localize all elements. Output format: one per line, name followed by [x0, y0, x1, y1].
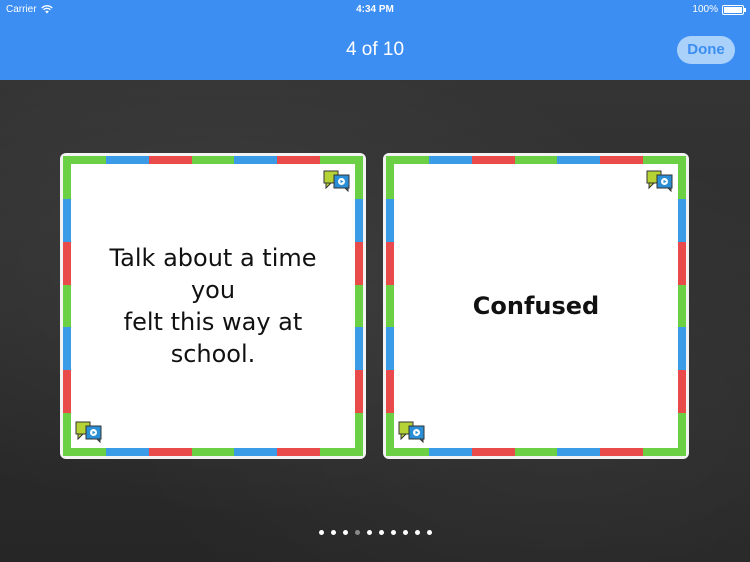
card-prompt-line-1: Talk about a time you — [109, 244, 317, 304]
page-dot[interactable] — [414, 530, 420, 535]
navigation-bar: 4 of 10 Done — [0, 20, 750, 80]
page-dot[interactable] — [426, 530, 432, 535]
battery-percent: 100% — [692, 4, 718, 15]
page-dot[interactable] — [378, 530, 384, 535]
speech-bubble-icon[interactable] — [646, 170, 674, 192]
status-bar: Carrier 4:34 PM 100% — [0, 0, 750, 20]
card-prompt-line-2: felt this way at school. — [123, 308, 303, 368]
page-dot[interactable] — [318, 530, 324, 535]
speech-bubble-icon[interactable] — [398, 421, 426, 443]
page-dot[interactable] — [330, 530, 336, 535]
page-counter-title: 4 of 10 — [345, 39, 405, 60]
done-button[interactable]: Done — [677, 36, 735, 64]
prompt-card[interactable]: Talk about a time you felt this way at s… — [60, 153, 366, 459]
page-dot[interactable] — [402, 530, 408, 535]
battery-icon — [722, 4, 746, 15]
page-dot[interactable] — [342, 530, 348, 535]
page-dot[interactable] — [366, 530, 372, 535]
card-prompt-text: Talk about a time you felt this way at s… — [71, 164, 355, 448]
emotion-card[interactable]: Confused — [383, 153, 689, 459]
speech-bubble-icon[interactable] — [75, 421, 103, 443]
speech-bubble-icon[interactable] — [323, 170, 351, 192]
card-face: Talk about a time you felt this way at s… — [71, 164, 355, 448]
page-indicator[interactable] — [0, 530, 750, 538]
page-dot[interactable] — [390, 530, 396, 535]
battery-indicator: 100% — [692, 4, 746, 15]
clock: 4:34 PM — [356, 4, 394, 15]
emotion-word: Confused — [472, 292, 600, 320]
page-dot[interactable] — [354, 530, 360, 535]
card-face: Confused — [394, 164, 678, 448]
